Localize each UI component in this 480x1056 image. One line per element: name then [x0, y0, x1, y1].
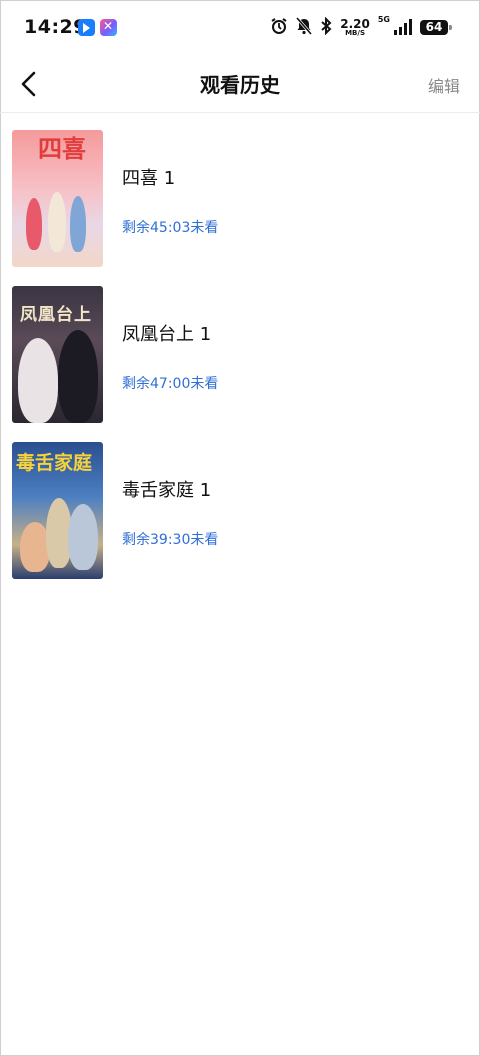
poster-figure: [48, 192, 66, 252]
poster-figure: [18, 338, 58, 423]
remaining-time: 剩余47:00未看: [122, 376, 219, 392]
list-item[interactable]: 凤凰台上 凤凰台上 1 剩余47:00未看: [12, 286, 468, 424]
remaining-time: 剩余39:30未看: [122, 532, 219, 548]
poster-title: 毒舌家庭: [16, 452, 93, 474]
app-notification-icon-2: [100, 19, 117, 36]
network-speed: 2.20 MB/S: [340, 16, 370, 37]
poster-figure: [58, 330, 98, 423]
status-bar: 14:29 2.20 MB/S 5G 64: [0, 0, 480, 56]
app-notification-icon: [78, 19, 95, 36]
page-title: 观看历史: [200, 73, 280, 97]
poster-thumbnail[interactable]: 四喜: [12, 130, 103, 267]
poster-title: 凤凰台上: [20, 305, 92, 325]
poster-figure: [68, 504, 98, 570]
poster-figure: [26, 198, 42, 250]
battery-icon: 64: [420, 19, 452, 35]
poster-thumbnail[interactable]: 毒舌家庭: [12, 442, 103, 579]
network-type: 5G: [377, 15, 390, 24]
poster-title: 四喜: [38, 135, 86, 163]
battery-level: 64: [425, 20, 443, 34]
list-item[interactable]: 毒舌家庭 毒舌家庭 1 剩余39:30未看: [12, 442, 468, 580]
poster-thumbnail[interactable]: 凤凰台上: [12, 286, 103, 423]
bluetooth-icon: [320, 16, 332, 38]
drama-title: 毒舌家庭 1: [122, 480, 212, 501]
drama-title: 四喜 1: [122, 168, 176, 189]
poster-figure: [70, 196, 86, 252]
remaining-time: 剩余45:03未看: [122, 220, 219, 236]
alarm-icon: [270, 17, 288, 38]
mute-icon: [296, 16, 313, 38]
list-item[interactable]: 四喜 四喜 1 剩余45:03未看: [12, 130, 468, 268]
drama-title: 凤凰台上 1: [122, 324, 212, 345]
nav-header: 观看历史 编辑: [0, 56, 480, 113]
edit-button[interactable]: 编辑: [428, 73, 460, 97]
signal-icon: [394, 19, 412, 35]
